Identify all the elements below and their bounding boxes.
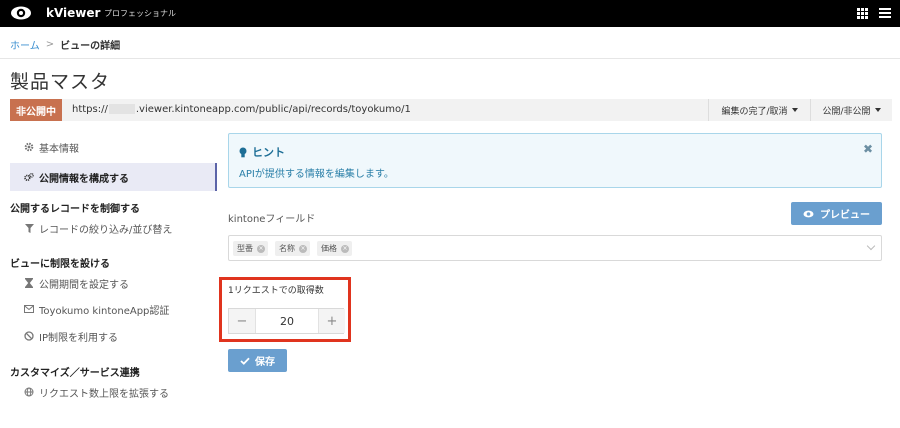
field-tag[interactable]: 名称 × — [275, 241, 310, 256]
gears-icon — [24, 172, 34, 182]
top-navbar: kViewer プロフェッショナル — [0, 0, 900, 27]
save-button[interactable]: 保存 — [228, 349, 287, 372]
publish-dropdown[interactable]: 公開/非公開 — [810, 99, 892, 121]
envelope-icon — [24, 304, 34, 314]
page-title: 製品マスタ — [10, 71, 111, 93]
app-brand[interactable]: kViewer — [46, 6, 100, 20]
hint-body: APIが提供する情報を編集します。 — [239, 169, 394, 180]
request-count-label: 1リクエストでの取得数 — [228, 286, 324, 296]
gear-icon — [24, 142, 34, 152]
sidebar-item-label: レコードの絞り込み/並び替え — [39, 224, 173, 236]
preview-button[interactable]: プレビュー — [791, 202, 882, 225]
sidebar-item-label: Toyokumo kintoneApp認証 — [39, 305, 170, 317]
eye-icon — [803, 210, 814, 217]
apps-grid-icon[interactable] — [857, 8, 868, 19]
sidebar-item-extend-request-limit[interactable]: リクエスト数上限を拡張する — [10, 381, 217, 403]
request-count-stepper: − 20 + — [228, 308, 345, 334]
section-heading-records: 公開するレコードを制御する — [10, 204, 140, 215]
lightbulb-icon — [239, 147, 247, 157]
sidebar-item-publish-period[interactable]: 公開期間を設定する — [10, 272, 217, 294]
section-heading-customize: カスタマイズ／サービス連携 — [10, 368, 140, 379]
hint-panel: ヒント APIが提供する情報を編集します。 ✖ — [228, 133, 882, 188]
hamburger-menu-icon[interactable] — [879, 8, 891, 19]
breadcrumb-home-link[interactable]: ホーム — [10, 37, 40, 52]
filter-icon — [24, 223, 34, 233]
field-tag[interactable]: 型番 × — [233, 241, 268, 256]
increment-button[interactable]: + — [318, 309, 345, 333]
field-tag[interactable]: 価格 × — [317, 241, 352, 256]
field-tag-label: 価格 — [321, 244, 337, 253]
sidebar-item-basic-info[interactable]: 基本情報 — [10, 136, 217, 158]
sidebar-item-label: 公開情報を構成する — [39, 173, 129, 185]
caret-down-icon — [791, 108, 798, 112]
globe-icon — [24, 387, 34, 397]
sidebar-item-configure-public-info[interactable]: 公開情報を構成する — [10, 163, 217, 191]
breadcrumb: ホーム > ビューの詳細 — [10, 37, 120, 52]
section-heading-limits: ビューに制限を設ける — [10, 259, 110, 270]
url-prefix: https:// — [72, 104, 108, 115]
chevron-right-icon: > — [45, 39, 55, 50]
hint-title-text: ヒント — [252, 146, 285, 159]
close-icon[interactable]: ✖ — [863, 142, 873, 156]
remove-tag-icon[interactable]: × — [257, 244, 265, 253]
save-button-label: 保存 — [255, 357, 275, 368]
redacted-subdomain — [108, 104, 135, 114]
api-url[interactable]: https:// .viewer.kintoneapp.com/public/ap… — [72, 104, 411, 115]
hourglass-icon — [24, 278, 34, 288]
chevron-down-icon[interactable] — [866, 241, 876, 251]
sidebar-item-label: IP制限を利用する — [39, 332, 118, 344]
edit-complete-dropdown[interactable]: 編集の完了/取消 — [708, 99, 810, 121]
sidebar-item-label: 基本情報 — [39, 143, 79, 155]
request-count-input[interactable]: 20 — [256, 309, 318, 333]
plan-label: プロフェッショナル — [104, 9, 176, 18]
status-badge: 非公開中 — [10, 99, 62, 121]
sidebar-item-label: リクエスト数上限を拡張する — [39, 388, 169, 400]
kintone-field-select[interactable]: 型番 × 名称 × 価格 × — [228, 235, 882, 261]
sidebar-item-label: 公開期間を設定する — [39, 279, 129, 291]
remove-tag-icon[interactable]: × — [299, 244, 307, 253]
edit-dropdown-label: 編集の完了/取消 — [721, 106, 788, 117]
url-suffix: .viewer.kintoneapp.com/public/api/record… — [135, 104, 411, 115]
breadcrumb-current: ビューの詳細 — [60, 41, 121, 52]
divider — [0, 58, 900, 59]
ban-icon — [24, 331, 34, 341]
sidebar-item-ip-restriction[interactable]: IP制限を利用する — [10, 325, 217, 347]
sidebar-item-kintoneapp-auth[interactable]: Toyokumo kintoneApp認証 — [10, 298, 217, 320]
preview-button-label: プレビュー — [820, 210, 870, 221]
remove-tag-icon[interactable]: × — [341, 244, 349, 253]
field-tag-label: 名称 — [279, 244, 295, 253]
caret-down-icon — [874, 108, 881, 112]
url-bar: 非公開中 https:// .viewer.kintoneapp.com/publ… — [10, 99, 892, 121]
publish-dropdown-label: 公開/非公開 — [822, 106, 871, 117]
kintone-field-label: kintoneフィールド — [228, 214, 316, 225]
check-icon — [240, 357, 250, 365]
decrement-button[interactable]: − — [229, 309, 256, 333]
field-tag-label: 型番 — [237, 244, 253, 253]
eye-logo-icon[interactable] — [10, 5, 32, 21]
sidebar-item-filter-sort[interactable]: レコードの絞り込み/並び替え — [10, 217, 217, 239]
hint-title: ヒント — [239, 144, 285, 160]
